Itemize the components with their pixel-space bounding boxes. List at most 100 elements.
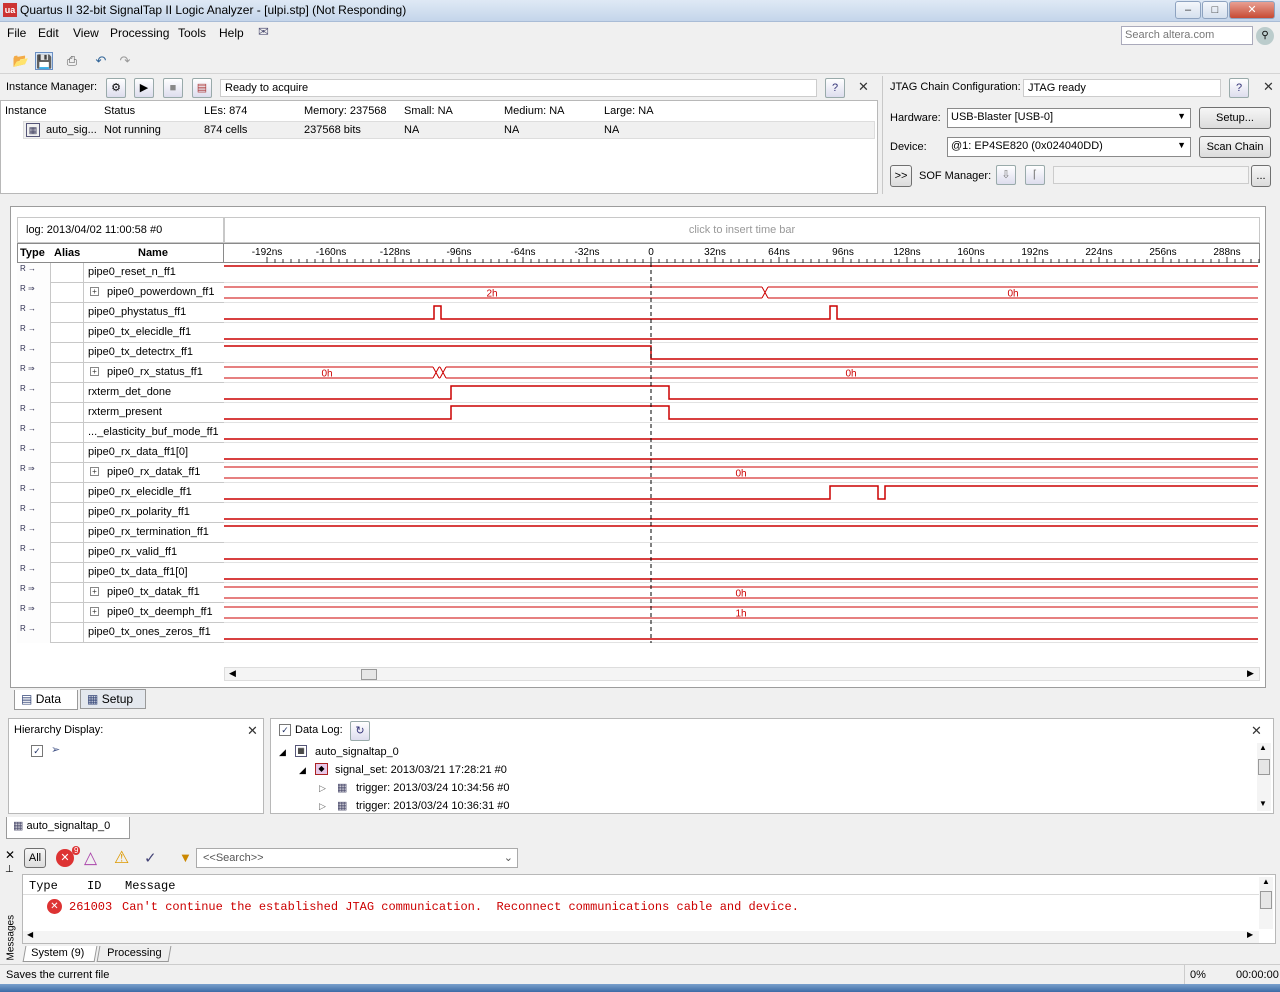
datalog-checkbox[interactable]: ✓	[279, 724, 291, 736]
expand-icon[interactable]: +	[90, 607, 99, 616]
horizontal-scrollbar[interactable]: ◀ ▶	[23, 930, 1259, 943]
alias-cell[interactable]	[51, 263, 84, 283]
signal-row[interactable]: R → pipe0_reset_n_ff1	[17, 263, 224, 283]
signal-row[interactable]: R → pipe0_tx_data_ff1[0]	[17, 563, 224, 583]
col-memory[interactable]: Memory: 237568	[304, 101, 387, 121]
run-analysis-icon[interactable]: ▶	[134, 78, 154, 98]
search-input[interactable]: Search altera.com	[1121, 26, 1253, 45]
alias-cell[interactable]	[51, 563, 84, 583]
expand-icon[interactable]: ▷	[319, 801, 326, 812]
signal-row[interactable]: R → pipe0_rx_termination_ff1	[17, 523, 224, 543]
minimize-button[interactable]: –	[1175, 1, 1201, 19]
table-row[interactable]: ▦ auto_sig... Not running 874 cells 2375…	[23, 121, 875, 139]
alias-cell[interactable]	[51, 543, 84, 563]
scroll-right-icon[interactable]: ▶	[1247, 930, 1253, 939]
signal-row[interactable]: R → pipe0_tx_detectrx_ff1	[17, 343, 224, 363]
hierarchy-close-icon[interactable]: ✕	[247, 723, 258, 739]
collapse-icon[interactable]: ◢	[279, 747, 286, 758]
menu-tools[interactable]: Tools	[178, 26, 206, 40]
tab-auto-signaltap[interactable]: ▦ auto_signaltap_0	[6, 817, 130, 839]
horizontal-scrollbar[interactable]: ◀ ▶	[224, 667, 1260, 681]
suppressed-icon[interactable]: ✓	[144, 849, 157, 867]
alias-cell[interactable]	[51, 523, 84, 543]
vertical-scrollbar[interactable]: ▲	[1259, 877, 1273, 929]
datalog-root[interactable]: auto_signaltap_0	[315, 746, 399, 758]
menu-file[interactable]: File	[7, 26, 26, 40]
expand-icon[interactable]: +	[90, 587, 99, 596]
alias-cell[interactable]	[51, 583, 84, 603]
col-alias[interactable]: Alias	[54, 247, 80, 259]
save-icon[interactable]: 💾	[35, 52, 53, 70]
help-icon[interactable]: ?	[825, 78, 845, 98]
browse-button[interactable]: ...	[1251, 165, 1271, 187]
read-data-icon[interactable]: ▤	[192, 78, 212, 98]
scroll-left-icon[interactable]: ◀	[27, 930, 33, 939]
setup-button[interactable]: Setup...	[1199, 107, 1271, 129]
signal-row[interactable]: R → pipe0_rx_elecidle_ff1	[17, 483, 224, 503]
alias-cell[interactable]	[51, 623, 84, 643]
scroll-thumb[interactable]	[1260, 891, 1272, 909]
scroll-thumb[interactable]	[1258, 759, 1270, 775]
feedback-icon[interactable]: ✉	[258, 24, 269, 40]
hierarchy-checkbox[interactable]: ✓	[31, 745, 43, 757]
col-type[interactable]: Type	[20, 247, 45, 259]
col-medium[interactable]: Medium: NA	[504, 101, 565, 121]
undo-icon[interactable]: ↶	[92, 52, 110, 70]
expand-icon[interactable]: ▷	[319, 783, 326, 794]
scroll-up-icon[interactable]: ▲	[1259, 743, 1267, 752]
col-instance[interactable]: Instance	[5, 101, 47, 121]
signal-row[interactable]: R → rxterm_present	[17, 403, 224, 423]
messages-close-icon[interactable]: ✕	[5, 848, 15, 862]
jtag-help-icon[interactable]: ?	[1229, 78, 1249, 98]
datalog-close-icon[interactable]: ✕	[1251, 723, 1262, 739]
signal-row[interactable]: R → pipe0_tx_elecidle_ff1	[17, 323, 224, 343]
signal-row[interactable]: R ⇒ + pipe0_powerdown_ff1	[17, 283, 224, 303]
expand-icon[interactable]: +	[90, 287, 99, 296]
maximize-button[interactable]: □	[1202, 1, 1228, 19]
filter-icon[interactable]: ▼	[179, 850, 192, 865]
redo-icon[interactable]: ↷	[116, 52, 134, 70]
waveform-traces[interactable]: 2h 0h 0h 0h 0h 0h 1h	[224, 263, 1260, 643]
alias-cell[interactable]	[51, 463, 84, 483]
filter-all-button[interactable]: All	[24, 848, 46, 868]
program-device-icon[interactable]: ⇩	[996, 165, 1016, 185]
signal-row[interactable]: R → pipe0_rx_valid_ff1	[17, 543, 224, 563]
scroll-up-icon[interactable]: ▲	[1262, 877, 1270, 886]
signal-row[interactable]: R ⇒ + pipe0_rx_status_ff1	[17, 363, 224, 383]
alias-cell[interactable]	[51, 603, 84, 623]
menu-edit[interactable]: Edit	[38, 26, 59, 40]
message-search-input[interactable]: <<Search>> ⌄	[196, 848, 518, 868]
alias-cell[interactable]	[51, 503, 84, 523]
close-icon[interactable]: ✕	[858, 79, 869, 95]
menu-help[interactable]: Help	[219, 26, 244, 40]
sof-toggle-button[interactable]: >>	[890, 165, 912, 187]
col-msg-id[interactable]: ID	[87, 879, 101, 893]
signal-row[interactable]: R → pipe0_rx_polarity_ff1	[17, 503, 224, 523]
scroll-thumb[interactable]	[361, 669, 377, 680]
critical-warning-icon[interactable]: △	[84, 848, 97, 868]
scroll-right-icon[interactable]: ▶	[1247, 668, 1254, 679]
expand-icon[interactable]: +	[90, 467, 99, 476]
vertical-scrollbar[interactable]: ▲ ▼	[1257, 743, 1271, 811]
signal-row[interactable]: R → pipe0_rx_data_ff1[0]	[17, 443, 224, 463]
alias-cell[interactable]	[51, 483, 84, 503]
alias-cell[interactable]	[51, 423, 84, 443]
col-name[interactable]: Name	[138, 247, 168, 259]
time-bar-hint[interactable]: click to insert time bar	[224, 217, 1260, 243]
close-window-button[interactable]: ✕	[1229, 1, 1275, 19]
alias-cell[interactable]	[51, 363, 84, 383]
warning-icon[interactable]: ⚠	[114, 848, 129, 868]
tab-system[interactable]: System (9)	[22, 946, 98, 962]
col-status[interactable]: Status	[104, 101, 135, 121]
tab-setup[interactable]: ▦ Setup	[80, 689, 146, 709]
signal-row[interactable]: R → pipe0_phystatus_ff1	[17, 303, 224, 323]
alias-cell[interactable]	[51, 343, 84, 363]
hardware-select[interactable]: USB-Blaster [USB-0] ▼	[947, 108, 1191, 128]
pin-icon[interactable]: ⊥	[5, 864, 14, 875]
sof-file-input[interactable]	[1053, 166, 1249, 184]
alias-cell[interactable]	[51, 443, 84, 463]
signal-row[interactable]: R ⇒ + pipe0_tx_datak_ff1	[17, 583, 224, 603]
col-msg-message[interactable]: Message	[125, 879, 175, 893]
alias-cell[interactable]	[51, 323, 84, 343]
time-ruler[interactable]: -192ns -160ns -128ns -96ns -64ns -32ns 0 32ns 64…	[224, 243, 1276, 263]
